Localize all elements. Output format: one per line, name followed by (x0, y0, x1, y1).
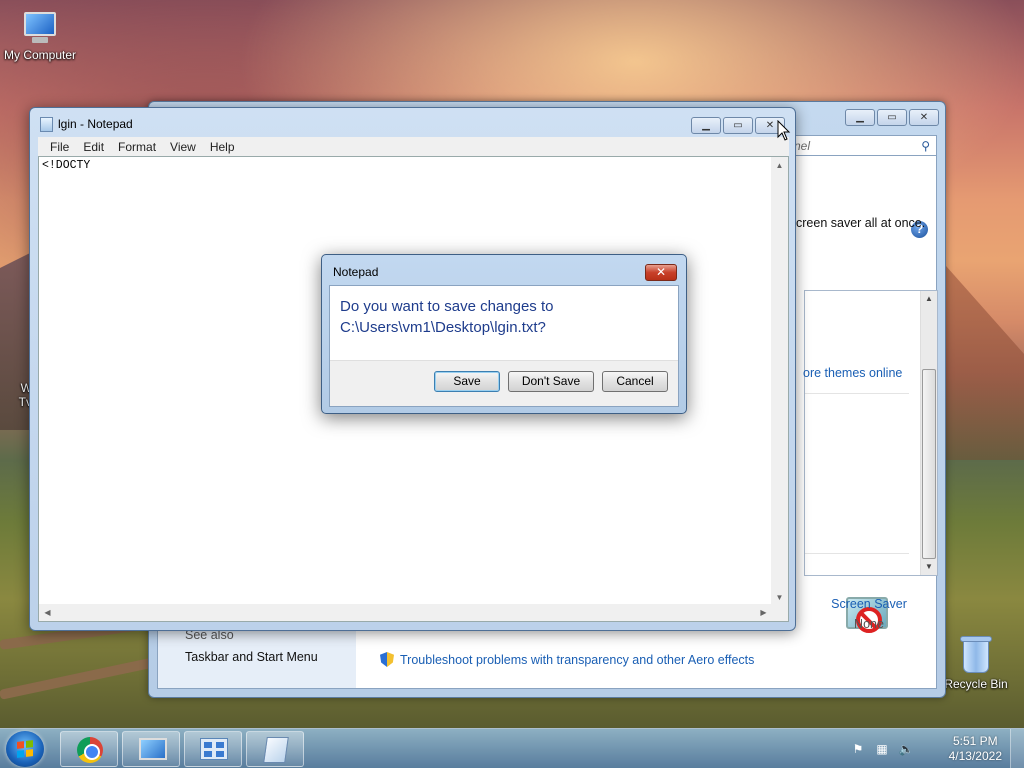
taskbar-app-control-panel[interactable] (184, 731, 242, 767)
display-icon (139, 738, 167, 760)
scrollbar-corner (771, 604, 788, 621)
dialog-message-line: Do you want to save changes to (340, 298, 554, 315)
search-placeholder: nel (794, 139, 811, 153)
network-icon[interactable]: ▦ (874, 741, 890, 757)
desktop-icon-label: W Tv (18, 381, 32, 409)
show-desktop-button[interactable] (1010, 729, 1024, 768)
horizontal-scrollbar[interactable]: ◀ ▶ (39, 604, 772, 621)
see-also-panel: See also Taskbar and Start Menu (158, 622, 356, 688)
dialog-body: Do you want to save changes to C:\Users\… (329, 285, 679, 407)
clock-time: 5:51 PM (952, 734, 998, 748)
menu-bar: File Edit Format View Help (38, 137, 789, 156)
wallpaper-fence (0, 654, 168, 700)
themes-scrollbar[interactable]: ▲ ▼ (920, 291, 937, 575)
screen-saver-link[interactable]: Screen Saver (826, 597, 912, 611)
divider (805, 553, 909, 554)
menu-help[interactable]: Help (203, 140, 242, 154)
windows-logo-icon (17, 740, 33, 758)
scroll-left-arrow-icon[interactable]: ◀ (39, 604, 56, 621)
scroll-up-arrow-icon[interactable]: ▲ (771, 157, 788, 174)
minimize-button[interactable]: ▁ (845, 109, 875, 126)
scroll-right-arrow-icon[interactable]: ▶ (755, 604, 772, 621)
system-clock[interactable]: 5:51 PM 4/13/2022 (949, 734, 1002, 764)
vertical-scrollbar[interactable]: ▲ ▼ (771, 157, 788, 606)
desktop-icon-label: My Computer (3, 48, 77, 62)
dialog-close-button[interactable]: ✕ (645, 264, 677, 281)
computer-icon (20, 10, 60, 46)
scroll-up-arrow-icon[interactable]: ▲ (921, 291, 937, 307)
divider (805, 393, 909, 394)
start-button[interactable] (6, 731, 44, 767)
maximize-button[interactable]: ▭ (877, 109, 907, 126)
taskbar-app-chrome[interactable] (60, 731, 118, 767)
window-controls: ▁ ▭ ✕ (845, 109, 939, 126)
save-changes-dialog[interactable]: Notepad ✕ Do you want to save changes to… (321, 254, 687, 414)
editor-content[interactable]: <!DOCTY (42, 159, 90, 172)
dialog-button-bar: Save Don't Save Cancel (330, 360, 678, 406)
chrome-icon (77, 737, 103, 763)
scroll-down-arrow-icon[interactable]: ▼ (921, 559, 937, 575)
taskbar: ⚑ ▦ 🔈 5:51 PM 4/13/2022 (0, 728, 1024, 768)
taskbar-app-display[interactable] (122, 731, 180, 767)
get-more-themes-link[interactable]: ore themes online (803, 366, 902, 380)
themes-list[interactable]: ore themes online ▲ ▼ (803, 290, 938, 576)
window-title: lgin - Notepad (58, 117, 133, 131)
window-controls: ▁ ▭ ✕ (691, 117, 785, 134)
notepad-icon (40, 117, 53, 132)
system-tray: ⚑ ▦ 🔈 (850, 741, 914, 757)
volume-icon[interactable]: 🔈 (898, 741, 914, 757)
dialog-title: Notepad (333, 265, 379, 279)
save-button[interactable]: Save (434, 371, 500, 392)
troubleshoot-link-label: Troubleshoot problems with transparency … (400, 653, 755, 667)
dialog-message-path: C:\Users\vm1\Desktop\lgin.txt? (340, 319, 546, 336)
dialog-message: Do you want to save changes to C:\Users\… (340, 296, 553, 338)
search-input[interactable]: nel ⚲ (787, 135, 937, 157)
desktop-icon-label: Recycle Bin (944, 677, 1008, 691)
search-icon[interactable]: ⚲ (921, 139, 930, 153)
desktop-icon-my-computer[interactable]: My Computer (0, 10, 80, 62)
control-panel-icon (200, 738, 228, 760)
minimize-button[interactable]: ▁ (691, 117, 721, 134)
shield-icon (380, 652, 394, 667)
screen-saver-value: None (854, 617, 884, 631)
desktop-icon-partial[interactable]: W Tv (0, 333, 32, 423)
menu-format[interactable]: Format (111, 140, 163, 154)
dont-save-button[interactable]: Don't Save (508, 371, 594, 392)
recycle-bin-icon (959, 633, 993, 675)
maximize-button[interactable]: ▭ (723, 117, 753, 134)
see-also-taskbar-link[interactable]: Taskbar and Start Menu (185, 650, 318, 664)
menu-edit[interactable]: Edit (76, 140, 111, 154)
close-button[interactable]: ✕ (909, 109, 939, 126)
taskbar-app-notepad[interactable] (246, 731, 304, 767)
clock-date: 4/13/2022 (948, 749, 1002, 763)
action-center-flag-icon[interactable]: ⚑ (850, 741, 866, 757)
desktop-icon-recycle-bin[interactable]: Recycle Bin (936, 633, 1016, 691)
menu-view[interactable]: View (163, 140, 203, 154)
cancel-button[interactable]: Cancel (602, 371, 668, 392)
scrollbar-thumb[interactable] (922, 369, 936, 559)
instructions-text: creen saver all at once. (796, 216, 926, 230)
notepad-icon (263, 737, 289, 763)
menu-file[interactable]: File (43, 140, 76, 154)
troubleshoot-link[interactable]: Troubleshoot problems with transparency … (380, 652, 754, 667)
